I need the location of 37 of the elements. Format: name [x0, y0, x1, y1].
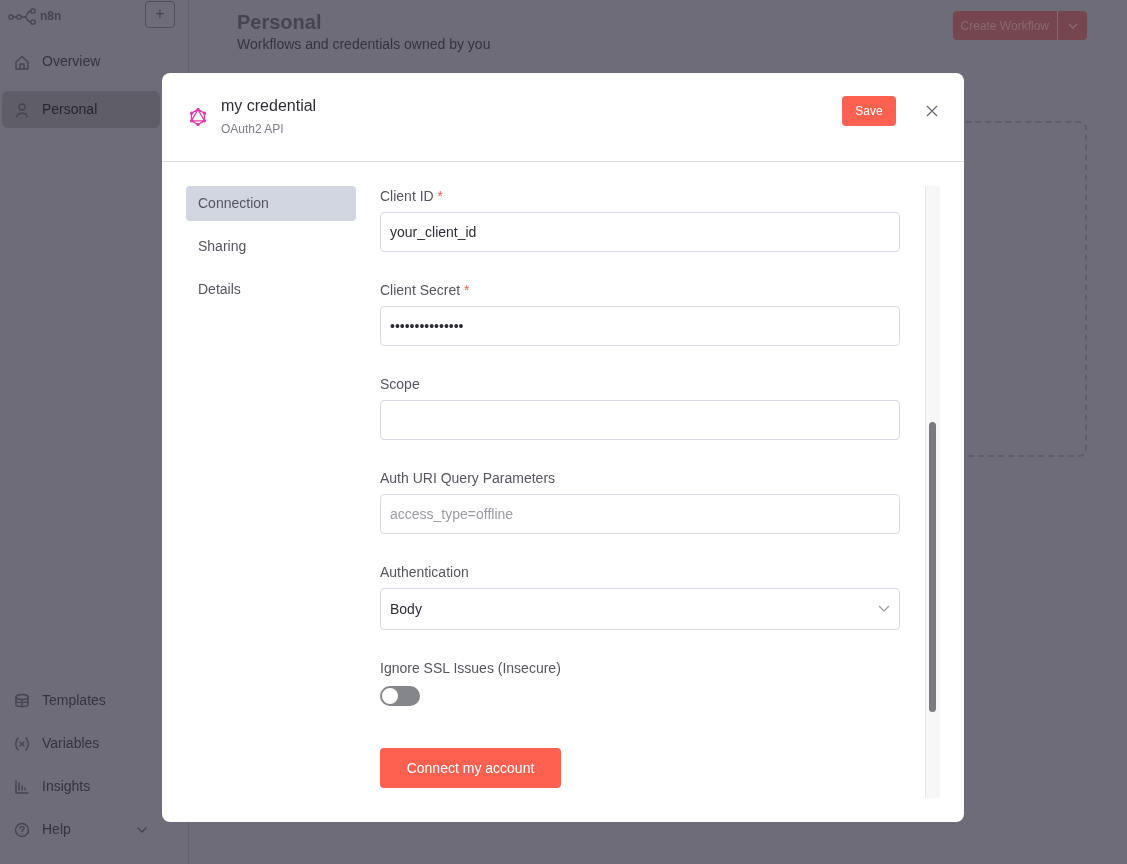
help-icon	[14, 821, 30, 838]
input-field[interactable]	[380, 400, 900, 440]
add-button[interactable]: +	[145, 0, 175, 28]
sidebar-item[interactable]: Personal	[2, 91, 160, 128]
field-label: Scope	[380, 375, 421, 394]
field-label: Ignore SSL Issues (Insecure)	[380, 659, 562, 678]
input-field[interactable]: •••••••••••••••	[380, 306, 900, 346]
field-label: Authentication	[380, 563, 470, 582]
dialog-subtitle: OAuth2 API	[221, 121, 285, 138]
field-label: Auth URI Query Parameters	[380, 469, 557, 488]
user-icon	[14, 101, 30, 118]
nav-tab[interactable]: Details	[186, 272, 356, 307]
hexagon-network-icon	[189, 108, 207, 126]
logo-icon	[8, 6, 36, 26]
dialog-title: my credential	[221, 96, 317, 116]
save-button[interactable]: Save	[842, 95, 896, 126]
field-label: Client Secret *	[380, 281, 471, 300]
sidebar-item[interactable]: Templates	[2, 682, 160, 719]
sidebar-item[interactable]: Overview	[2, 43, 160, 80]
input-field[interactable]: access_type=offline	[380, 494, 900, 534]
bar-chart-icon	[14, 778, 30, 795]
toggle-switch[interactable]	[380, 686, 420, 706]
nav-tab[interactable]: Connection	[186, 186, 356, 221]
home-icon	[14, 53, 30, 70]
close-icon	[926, 105, 938, 118]
nav-tab[interactable]: Sharing	[186, 229, 356, 264]
variables-icon	[14, 735, 30, 752]
page-subtitle: Workflows and credentials owned by you	[237, 35, 491, 54]
dropdown-field[interactable]: Body	[380, 588, 900, 630]
sidebar-item[interactable]: Insights	[2, 768, 160, 805]
sidebar-item[interactable]: Variables	[2, 725, 160, 762]
box-icon	[14, 692, 30, 709]
scrollbar-thumb[interactable]	[929, 422, 936, 712]
field-label: Client ID *	[380, 187, 445, 206]
connect-account-button[interactable]: Connect my account	[380, 748, 561, 788]
input-field[interactable]: your_client_id	[380, 212, 900, 252]
sidebar-item[interactable]: Help	[2, 811, 160, 848]
